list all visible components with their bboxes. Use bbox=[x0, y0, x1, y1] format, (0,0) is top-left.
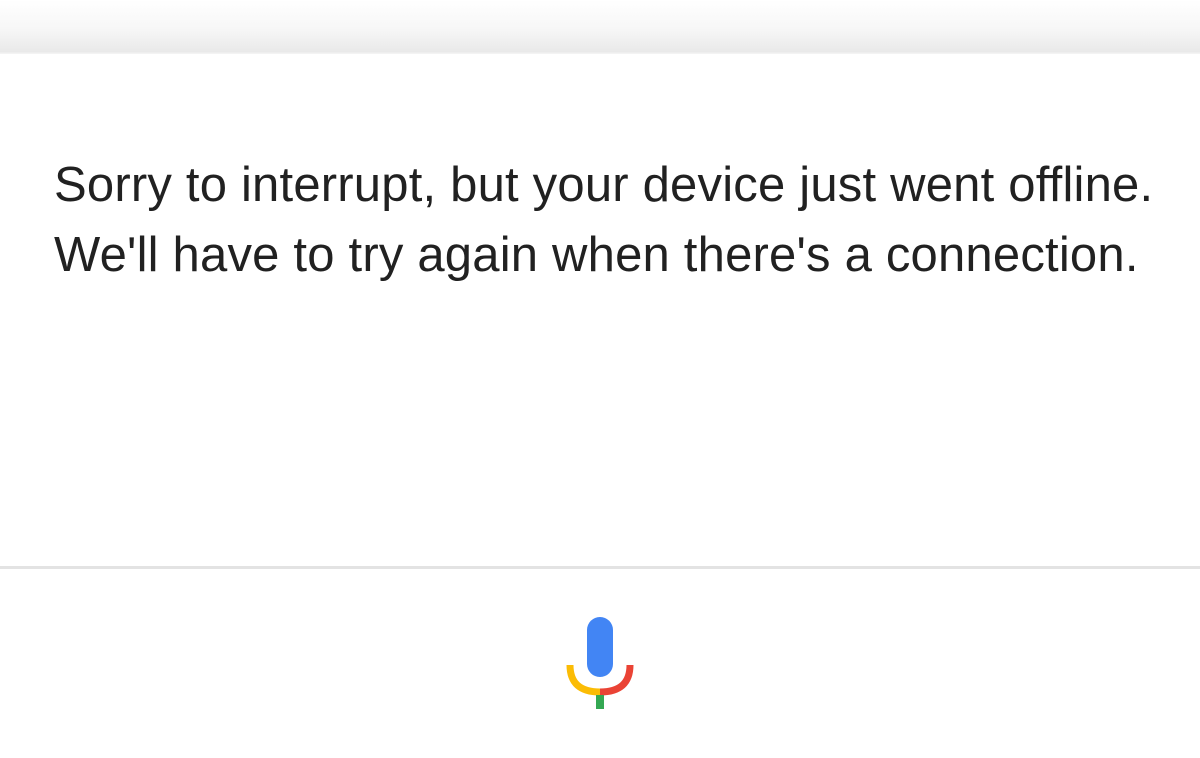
response-card: Sorry to interrupt, but your device just… bbox=[0, 54, 1200, 566]
top-strip bbox=[0, 0, 1200, 52]
mic-button[interactable] bbox=[560, 613, 640, 713]
assistant-response-text: Sorry to interrupt, but your device just… bbox=[54, 158, 1154, 282]
microphone-icon bbox=[566, 617, 634, 709]
assistant-screen: Sorry to interrupt, but your device just… bbox=[0, 0, 1200, 758]
mic-stem bbox=[596, 695, 604, 709]
mic-capsule bbox=[587, 617, 613, 677]
input-bar bbox=[0, 569, 1200, 758]
